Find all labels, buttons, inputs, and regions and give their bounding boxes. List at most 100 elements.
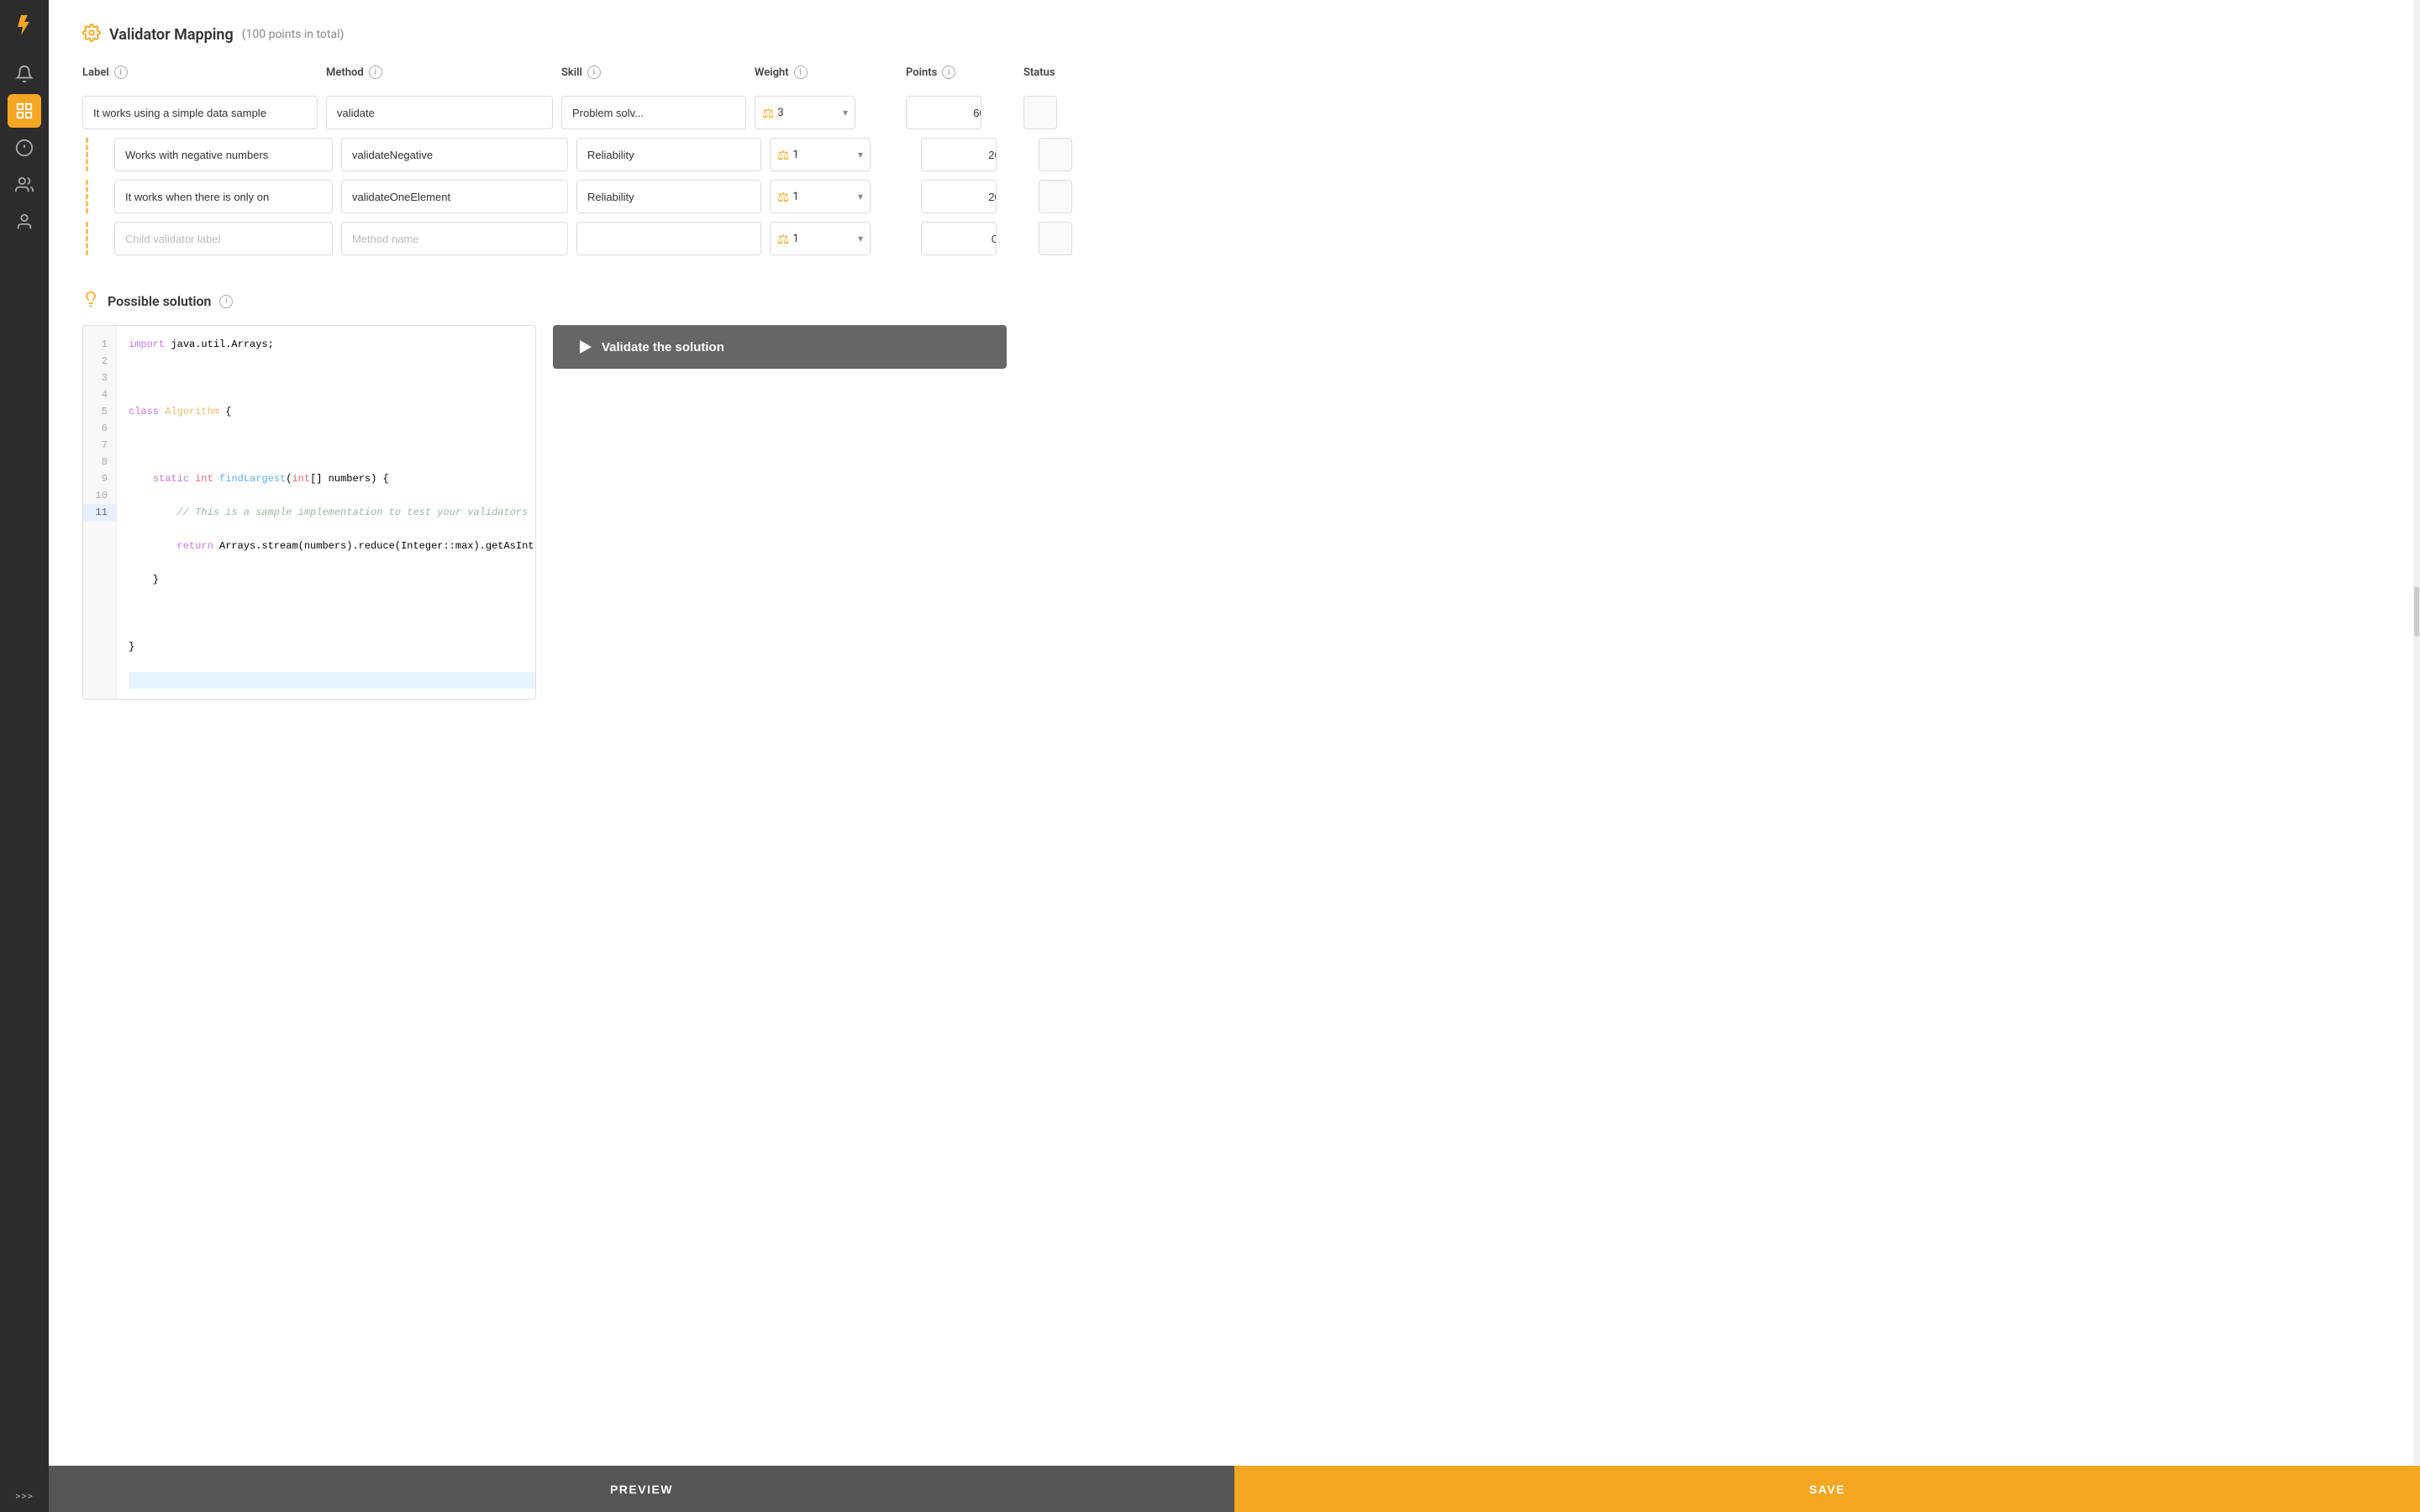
weight-value-1: 3 xyxy=(777,107,839,119)
method-input-4[interactable] xyxy=(341,222,568,255)
sidebar-icon-alerts[interactable] xyxy=(8,131,41,165)
weight-badge-3[interactable]: ⚖ 1 ▾ xyxy=(770,180,871,213)
points-cell-1: ▲ ▼ xyxy=(906,96,1023,129)
col-header-method: Method i xyxy=(326,66,561,79)
solution-info-icon[interactable]: i xyxy=(219,295,233,308)
method-info-icon[interactable]: i xyxy=(369,66,382,79)
solution-section: Possible solution i 1 2 3 4 5 6 7 xyxy=(82,291,2386,700)
solution-title: Possible solution xyxy=(108,293,211,309)
solution-body: 1 2 3 4 5 6 7 8 9 10 11 import java xyxy=(82,325,2386,700)
validate-btn-label: Validate the solution xyxy=(602,340,724,354)
play-icon xyxy=(580,340,592,354)
line-num-11: 11 xyxy=(83,504,116,521)
points-cell-3: ▲ ▼ xyxy=(921,180,1039,213)
label-input-2[interactable] xyxy=(114,138,333,171)
points-input-3[interactable] xyxy=(922,191,997,203)
line-num-2: 2 xyxy=(83,353,116,370)
label-info-icon[interactable]: i xyxy=(114,66,128,79)
points-cell-4: ▲ ▼ xyxy=(921,222,1039,255)
line-numbers: 1 2 3 4 5 6 7 8 9 10 11 xyxy=(83,326,117,699)
method-input-2[interactable] xyxy=(341,138,568,171)
code-line-10: } xyxy=(129,638,536,655)
skill-cell-3 xyxy=(576,180,770,213)
preview-button[interactable]: PREVIEW xyxy=(49,1466,1234,1512)
skill-info-icon[interactable]: i xyxy=(587,66,601,79)
line-num-6: 6 xyxy=(83,420,116,437)
method-cell-1 xyxy=(326,96,561,129)
weight-badge-2[interactable]: ⚖ 1 ▾ xyxy=(770,138,871,171)
gear-icon xyxy=(82,24,101,45)
weight-badge-1[interactable]: ⚖ 3 ▾ xyxy=(755,96,855,129)
line-num-3: 3 xyxy=(83,370,116,386)
weight-dropdown-3[interactable]: ▾ xyxy=(858,191,863,202)
weight-value-3: 1 xyxy=(792,191,855,203)
weight-cell-1: ⚖ 3 ▾ xyxy=(755,96,906,129)
table-row: ⚖ 3 ▾ ▲ ▼ xyxy=(82,96,2386,129)
label-input-3[interactable] xyxy=(114,180,333,213)
weight-dropdown-1[interactable]: ▾ xyxy=(843,107,848,118)
content-area: Validator Mapping (100 points in total) … xyxy=(49,0,2420,1465)
points-input-4[interactable] xyxy=(922,233,997,245)
code-lines: 1 2 3 4 5 6 7 8 9 10 11 import java xyxy=(83,326,535,699)
code-editor[interactable]: 1 2 3 4 5 6 7 8 9 10 11 import java xyxy=(82,325,536,700)
status-cell-1 xyxy=(1023,96,1107,129)
status-box-1 xyxy=(1023,96,1057,129)
app-logo[interactable] xyxy=(9,10,39,40)
status-cell-4 xyxy=(1039,222,1123,255)
points-wrap-4: ▲ ▼ xyxy=(921,222,997,255)
col-header-status: Status xyxy=(1023,66,1107,79)
skill-input-2[interactable] xyxy=(576,138,761,171)
table-header: Label i Method i Skill i Weight i Points… xyxy=(82,66,2386,86)
status-cell-3 xyxy=(1039,180,1123,213)
sidebar-expand[interactable]: >>> xyxy=(15,1490,34,1502)
weight-icon-1: ⚖ xyxy=(762,105,774,121)
line-num-7: 7 xyxy=(83,437,116,454)
page-subtitle: (100 points in total) xyxy=(242,28,345,41)
points-input-1[interactable] xyxy=(907,107,981,119)
code-line-1: import java.util.Arrays; xyxy=(129,336,536,353)
line-num-1: 1 xyxy=(83,336,116,353)
points-input-2[interactable] xyxy=(922,149,997,161)
method-input-3[interactable] xyxy=(341,180,568,213)
skill-input-1[interactable] xyxy=(561,96,746,129)
weight-cell-4: ⚖ 1 ▾ xyxy=(770,222,921,255)
validator-rows: ⚖ 3 ▾ ▲ ▼ xyxy=(82,96,2386,264)
validate-solution-button[interactable]: Validate the solution xyxy=(553,325,1007,369)
weight-badge-4[interactable]: ⚖ 1 ▾ xyxy=(770,222,871,255)
skill-cell-4 xyxy=(576,222,770,255)
status-box-4 xyxy=(1039,222,1072,255)
line-num-4: 4 xyxy=(83,386,116,403)
weight-dropdown-2[interactable]: ▾ xyxy=(858,149,863,160)
weight-icon-4: ⚖ xyxy=(777,231,789,247)
points-info-icon[interactable]: i xyxy=(942,66,955,79)
code-content[interactable]: import java.util.Arrays; class Algorithm… xyxy=(117,326,536,699)
method-input-1[interactable] xyxy=(326,96,553,129)
code-line-8: } xyxy=(129,571,536,588)
weight-value-4: 1 xyxy=(792,233,855,245)
footer: PREVIEW SAVE xyxy=(49,1465,2420,1512)
table-row: ⚖ 1 ▾ ▲ ▼ xyxy=(82,180,2386,213)
label-input-1[interactable] xyxy=(82,96,318,129)
label-cell-2 xyxy=(97,138,341,171)
sidebar-icon-team[interactable] xyxy=(8,168,41,202)
table-row: ⚖ 1 ▾ ▲ ▼ xyxy=(82,138,2386,171)
weight-dropdown-4[interactable]: ▾ xyxy=(858,233,863,244)
points-cell-2: ▲ ▼ xyxy=(921,138,1039,171)
skill-input-3[interactable] xyxy=(576,180,761,213)
skill-input-4[interactable] xyxy=(576,222,761,255)
line-num-10: 10 xyxy=(83,487,116,504)
status-box-2 xyxy=(1039,138,1072,171)
sidebar-icon-dashboard[interactable] xyxy=(8,94,41,128)
sidebar-icon-notifications[interactable] xyxy=(8,57,41,91)
scrollbar-thumb[interactable] xyxy=(2414,586,2419,637)
col-header-weight: Weight i xyxy=(755,66,906,79)
main-content: Validator Mapping (100 points in total) … xyxy=(49,0,2420,1512)
weight-info-icon[interactable]: i xyxy=(794,66,808,79)
label-input-4[interactable] xyxy=(114,222,333,255)
save-button[interactable]: SAVE xyxy=(1234,1466,2420,1512)
scrollbar[interactable] xyxy=(2413,0,2420,1465)
method-cell-3 xyxy=(341,180,576,213)
status-cell-2 xyxy=(1039,138,1123,171)
skill-cell-1 xyxy=(561,96,755,129)
sidebar-icon-profile[interactable] xyxy=(8,205,41,239)
